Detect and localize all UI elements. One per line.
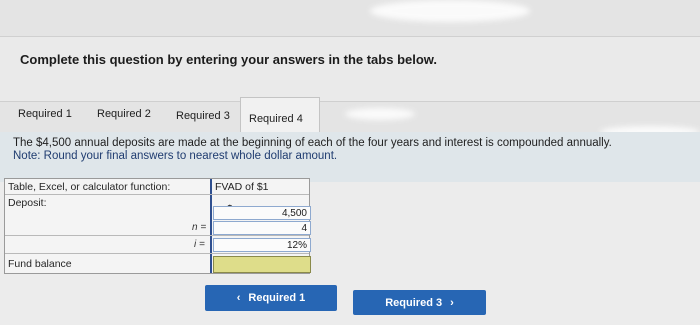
fund-balance-label: Fund balance [8, 258, 72, 270]
deposit-label: Deposit: [8, 197, 47, 209]
table-row: Fund balance [5, 254, 311, 273]
tab-required-3[interactable]: Required 3 [168, 100, 238, 136]
tab-required-1[interactable]: Required 1 [10, 98, 80, 134]
fvad-table: Table, Excel, or calculator function: FV… [4, 178, 311, 274]
table-row: Deposit: $ 4,500 [5, 195, 311, 221]
instruction-band [0, 36, 700, 102]
table-row: Table, Excel, or calculator function: FV… [5, 179, 309, 195]
table-header-label: Table, Excel, or calculator function: [8, 181, 171, 193]
question-note: Note: Round your final answers to neares… [13, 150, 338, 162]
n-input[interactable]: 4 [213, 221, 311, 235]
chevron-right-icon: › [450, 296, 454, 309]
table-header-value: FVAD of $1 [215, 181, 269, 193]
next-button-label: Required 3 [385, 296, 443, 309]
chevron-left-icon: ‹ [236, 292, 241, 304]
table-row: i = 12% [5, 236, 311, 254]
deposit-input[interactable]: 4,500 [213, 206, 311, 220]
tab-required-4[interactable]: Required 4 [240, 97, 320, 133]
prev-button-label: Required 1 [248, 292, 306, 304]
tab-required-2[interactable]: Required 2 [89, 98, 159, 134]
screen-glare [370, 0, 530, 22]
tab-bar: Required 1 Required 2 Required 3 Require… [0, 94, 700, 134]
question-text: The $4,500 annual deposits are made at t… [13, 137, 612, 149]
n-label: n = [192, 222, 207, 233]
instruction-text: Complete this question by entering your … [20, 52, 438, 67]
i-input[interactable]: 12% [213, 238, 311, 252]
next-required-button[interactable]: Required 3 › [353, 290, 486, 315]
table-row: n = 4 [5, 221, 311, 236]
prev-required-button[interactable]: ‹ Required 1 [205, 285, 337, 311]
fund-balance-input[interactable] [213, 256, 311, 273]
i-label: i = [194, 239, 205, 250]
